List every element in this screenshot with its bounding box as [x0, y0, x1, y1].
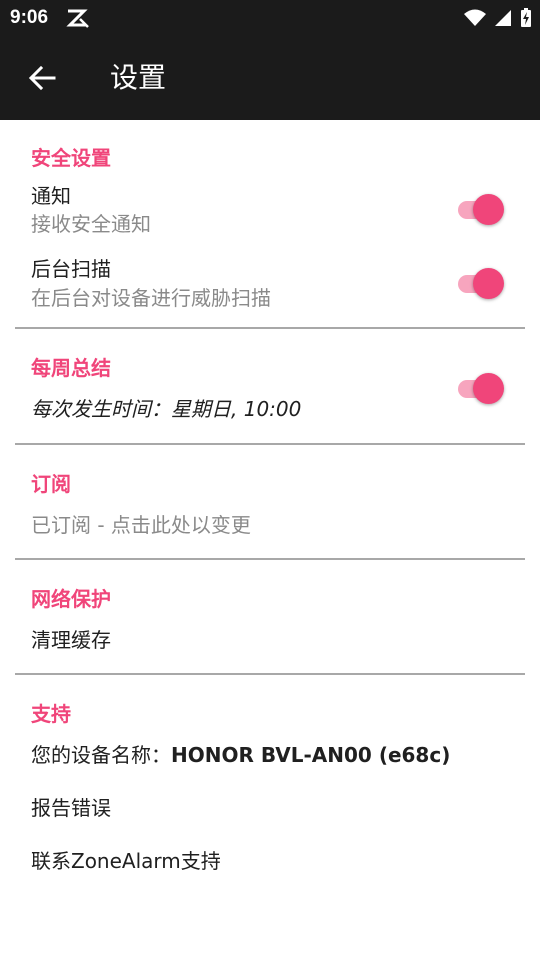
app-bar: 设置 [0, 36, 540, 120]
subscription-status[interactable]: 已订阅 - 点击此处以变更 [31, 511, 251, 539]
weekly-header[interactable]: 每周总结 [31, 354, 111, 382]
report-bug-item[interactable]: 报告错误 [31, 794, 111, 822]
notify-toggle[interactable] [458, 193, 506, 225]
status-time: 9:06 [10, 7, 49, 28]
device-name-value: HONOR BVL-AN00 (e68c) [171, 743, 451, 767]
scan-title[interactable]: 后台扫描 [31, 255, 111, 283]
status-bar: 9:06 [0, 0, 540, 36]
divider [15, 558, 525, 560]
device-name-label: 您的设备名称： [31, 743, 171, 767]
page-title: 设置 [110, 61, 167, 94]
battery-icon [521, 8, 531, 27]
support-header: 支持 [31, 702, 71, 726]
scan-toggle[interactable] [458, 267, 506, 299]
zonealarm-icon [66, 9, 89, 28]
security-header: 安全设置 [31, 146, 111, 170]
divider [15, 673, 525, 675]
wifi-icon [464, 9, 486, 26]
toggle-thumb [473, 268, 504, 299]
contact-support-item[interactable]: 联系ZoneAlarm支持 [31, 847, 221, 875]
weekly-toggle[interactable] [458, 372, 506, 404]
toggle-thumb [473, 194, 504, 225]
clear-cache-item[interactable]: 清理缓存 [31, 626, 111, 654]
subscription-header: 订阅 [31, 472, 71, 496]
notify-title[interactable]: 通知 [31, 182, 71, 210]
toggle-thumb [473, 373, 504, 404]
scan-subtitle: 在后台对设备进行威胁扫描 [31, 286, 271, 310]
signal-icon [495, 10, 511, 26]
back-arrow-icon[interactable] [26, 62, 58, 94]
network-header: 网络保护 [31, 587, 111, 611]
notify-subtitle: 接收安全通知 [31, 212, 151, 236]
device-name-row: 您的设备名称：HONOR BVL-AN00 (e68c) [31, 741, 450, 769]
status-icons [464, 8, 532, 28]
divider [15, 327, 525, 329]
divider [15, 443, 525, 445]
weekly-subtitle: 每次发生时间：星期日, 10:00 [31, 397, 302, 421]
